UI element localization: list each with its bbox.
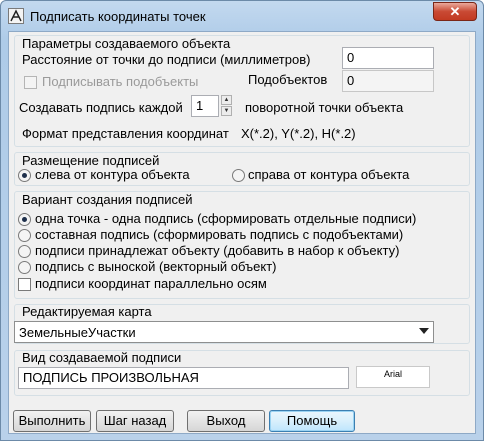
left-of-contour-label[interactable]: слева от контура объекта bbox=[35, 167, 190, 182]
variant-radio-single[interactable] bbox=[18, 213, 31, 226]
map-legend: Редактируемая карта bbox=[22, 304, 152, 319]
back-button[interactable]: Шаг назад bbox=[96, 410, 174, 432]
font-button[interactable]: Arial bbox=[356, 366, 430, 388]
dialog-window: Подписать координаты точек ✕ Параметры с… bbox=[0, 0, 484, 441]
sign-subobjects-checkbox[interactable] bbox=[24, 76, 37, 89]
label-view-legend: Вид создаваемой подписи bbox=[22, 350, 182, 365]
variant-radio-composite[interactable] bbox=[18, 229, 31, 242]
help-button[interactable]: Помощь bbox=[269, 410, 355, 432]
subobjects-label: Подобъектов bbox=[248, 72, 328, 87]
subobjects-count-field: 0 bbox=[342, 70, 434, 92]
execute-button[interactable]: Выполнить bbox=[13, 410, 91, 432]
parallel-axes-checkbox[interactable] bbox=[18, 278, 31, 291]
title-bar[interactable]: Подписать координаты точек ✕ bbox=[1, 1, 483, 31]
variant-legend: Вариант создания подписей bbox=[22, 192, 193, 207]
sign-subobjects-label: Подписывать подобъекты bbox=[42, 74, 199, 89]
label-view-field[interactable]: ПОДПИСЬ ПРОИЗВОЛЬНАЯ bbox=[18, 367, 349, 389]
variant-option-single[interactable]: одна точка - одна подпись (сформировать … bbox=[35, 211, 416, 226]
map-select-value: ЗемельныеУчастки bbox=[19, 325, 136, 340]
variant-option-composite[interactable]: составная подпись (сформировать подпись … bbox=[35, 227, 403, 242]
variant-option-leader[interactable]: подпись с выноской (векторный объект) bbox=[35, 259, 277, 274]
variant-radio-leader[interactable] bbox=[18, 261, 31, 274]
right-of-contour-label[interactable]: справа от контура объекта bbox=[248, 167, 409, 182]
each-label: Создавать подпись каждой bbox=[19, 100, 183, 115]
radio-left-of-contour[interactable] bbox=[18, 169, 31, 182]
distance-label: Расстояние от точки до подписи (миллимет… bbox=[22, 52, 311, 67]
each-value-field[interactable]: 1 bbox=[191, 95, 219, 117]
placement-legend: Размещение подписей bbox=[22, 153, 160, 168]
params-legend: Параметры создаваемого объекта bbox=[22, 36, 231, 51]
exit-button[interactable]: Выход bbox=[187, 410, 265, 432]
spin-down-button[interactable]: ▼ bbox=[221, 106, 232, 116]
each-suffix: поворотной точки объекта bbox=[245, 100, 404, 115]
close-icon: ✕ bbox=[449, 4, 461, 19]
radio-right-of-contour[interactable] bbox=[232, 169, 245, 182]
variant-option-belongs[interactable]: подписи принадлежат объекту (добавить в … bbox=[35, 243, 399, 258]
format-value: X(*.2), Y(*.2), H(*.2) bbox=[241, 126, 356, 141]
parallel-axes-label[interactable]: подписи координат параллельно осям bbox=[35, 276, 267, 291]
format-label: Формат представления координат bbox=[22, 126, 229, 141]
variant-radio-belongs[interactable] bbox=[18, 245, 31, 258]
spin-up-button[interactable]: ▲ bbox=[221, 95, 232, 105]
distance-field[interactable]: 0 bbox=[342, 47, 434, 69]
chevron-down-icon[interactable] bbox=[419, 328, 429, 334]
window-title: Подписать координаты точек bbox=[30, 9, 206, 24]
map-select[interactable]: ЗемельныеУчастки bbox=[14, 321, 434, 343]
close-button[interactable]: ✕ bbox=[433, 2, 477, 21]
dialog-client: Параметры создаваемого объекта Расстояни… bbox=[8, 31, 476, 434]
app-icon bbox=[8, 8, 24, 24]
